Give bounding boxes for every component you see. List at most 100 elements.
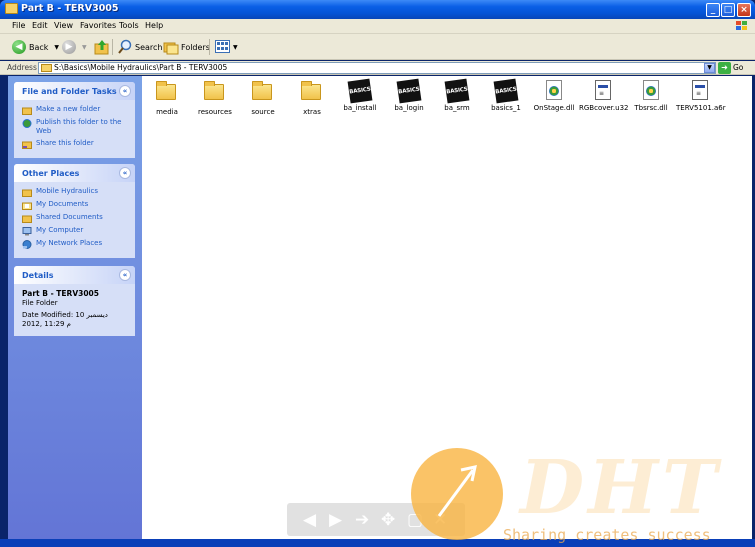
play-icon[interactable]: ▶ xyxy=(329,510,342,530)
watermark-logo-circle xyxy=(411,448,503,540)
folder-icon xyxy=(5,3,18,14)
folders-button[interactable]: Folders xyxy=(163,38,210,56)
place-shared-documents[interactable]: Shared Documents xyxy=(22,213,129,223)
task-pane: File and Folder Tasks « Make a new folde… xyxy=(8,76,142,539)
panel-header[interactable]: File and Folder Tasks « xyxy=(14,82,135,100)
place-my-computer[interactable]: My Computer xyxy=(22,226,129,236)
move-icon[interactable]: ✥ xyxy=(381,510,395,530)
file-ba-login[interactable]: BASICS ba_login xyxy=(385,78,433,112)
forward-button[interactable]: ▶ ▼ xyxy=(62,38,87,56)
task-make-new-folder[interactable]: Make a new folder xyxy=(22,105,129,115)
previous-arrow-icon[interactable]: ◀ xyxy=(303,510,316,530)
up-folder-button[interactable] xyxy=(94,38,110,56)
menu-file[interactable]: File xyxy=(12,21,25,30)
collapse-chevron-icon[interactable]: « xyxy=(119,269,131,281)
chevron-down-icon[interactable]: ▼ xyxy=(54,44,59,51)
panel-header[interactable]: Other Places « xyxy=(14,164,135,182)
go-arrow-icon[interactable]: ➜ xyxy=(718,62,731,74)
details-date: Date Modified: 10 ديسمبر xyxy=(22,311,108,319)
address-path: S:\Basics\Mobile Hydraulics\Part B - TER… xyxy=(54,63,228,72)
system-file-icon: ≡ xyxy=(692,80,708,100)
new-folder-icon xyxy=(22,107,32,115)
file-onstage-dll[interactable]: OnStage.dll xyxy=(530,80,578,112)
place-label: Shared Documents xyxy=(36,213,103,221)
collapse-chevron-icon[interactable]: « xyxy=(119,167,131,179)
windows-logo-icon xyxy=(736,21,747,30)
watermark-slogan: Sharing creates success xyxy=(503,526,711,544)
panel-header[interactable]: Details « xyxy=(14,266,135,284)
my-computer-icon xyxy=(22,227,32,236)
search-label: Search xyxy=(135,42,163,52)
folder-media[interactable]: media xyxy=(143,80,191,116)
menu-help[interactable]: Help xyxy=(145,21,163,30)
file-name: ba_install xyxy=(343,104,377,112)
other-places-panel: Other Places « Mobile Hydraulics My Docu… xyxy=(14,164,135,258)
title-bar[interactable]: Part B - TERV3005 _ □ × xyxy=(0,0,755,19)
menu-favorites[interactable]: Favorites xyxy=(80,21,116,30)
task-share-folder[interactable]: Share this folder xyxy=(22,139,129,149)
file-name: media xyxy=(156,108,178,116)
shared-documents-icon xyxy=(22,215,32,223)
file-rgbcover-u32[interactable]: ≡ RGBcover.u32 xyxy=(579,80,629,112)
folder-resources[interactable]: resources xyxy=(191,80,239,116)
menu-tools[interactable]: Tools xyxy=(119,21,139,30)
menu-view[interactable]: View xyxy=(54,21,73,30)
close-button[interactable]: × xyxy=(737,3,751,17)
place-my-network-places[interactable]: My Network Places xyxy=(22,239,129,249)
my-documents-icon xyxy=(22,202,32,210)
file-name: xtras xyxy=(303,108,321,116)
dll-icon xyxy=(546,80,562,100)
file-ba-srm[interactable]: BASICS ba_srm xyxy=(433,78,481,112)
file-name: RGBcover.u32 xyxy=(579,104,629,112)
task-label: Share this folder xyxy=(36,139,94,147)
place-label: My Computer xyxy=(36,226,84,234)
maximize-button[interactable]: □ xyxy=(721,3,735,17)
task-publish-web[interactable]: Publish this folder to the Web xyxy=(22,118,129,136)
chevron-down-icon[interactable]: ▼ xyxy=(233,44,238,51)
go-button[interactable]: Go xyxy=(733,63,743,72)
back-arrow-icon: ◀ xyxy=(12,40,26,54)
standard-toolbar: ◀ Back ▼ ▶ ▼ Search Folders ▼ xyxy=(0,34,755,60)
back-button[interactable]: ◀ Back ▼ xyxy=(12,38,59,56)
chevron-down-icon[interactable]: ▼ xyxy=(82,44,87,51)
arrow-icon xyxy=(437,465,477,517)
folder-xtras[interactable]: xtras xyxy=(288,80,336,116)
address-dropdown-button[interactable]: ▼ xyxy=(704,63,715,73)
place-my-documents[interactable]: My Documents xyxy=(22,200,129,210)
folder-icon xyxy=(22,189,32,197)
folder-icon xyxy=(204,81,224,100)
system-file-icon: ≡ xyxy=(595,80,611,100)
menu-edit[interactable]: Edit xyxy=(32,21,48,30)
place-mobile-hydraulics[interactable]: Mobile Hydraulics xyxy=(22,187,129,197)
file-name: ba_srm xyxy=(444,104,470,112)
address-input[interactable]: S:\Basics\Mobile Hydraulics\Part B - TER… xyxy=(38,62,716,74)
task-label: Make a new folder xyxy=(36,105,101,113)
next-arrow-icon[interactable]: ➔ xyxy=(355,510,369,530)
explorer-window: Part B - TERV3005 _ □ × File Edit View F… xyxy=(0,0,755,547)
file-name: OnStage.dll xyxy=(533,104,575,112)
details-date-time: 2012, 11:29 م xyxy=(22,320,72,328)
minimize-button[interactable]: _ xyxy=(706,3,720,17)
file-name: source xyxy=(251,108,275,116)
forward-arrow-icon: ▶ xyxy=(62,40,76,54)
views-button[interactable]: ▼ xyxy=(215,38,238,56)
place-label: My Documents xyxy=(36,200,89,208)
search-button[interactable]: Search xyxy=(117,38,162,56)
task-label: Publish this folder to the Web xyxy=(36,118,122,135)
address-bar: Address S:\Basics\Mobile Hydraulics\Part… xyxy=(0,61,755,75)
folder-icon xyxy=(41,64,52,72)
folders-icon xyxy=(163,42,179,55)
folder-source[interactable]: source xyxy=(239,80,287,116)
file-basics-1[interactable]: BASICS basics_1 xyxy=(482,78,530,112)
file-tbsrsc-dll[interactable]: Tbsrsc.dll xyxy=(627,80,675,112)
file-folder-tasks-panel: File and Folder Tasks « Make a new folde… xyxy=(14,82,135,158)
details-name: Part B - TERV3005 xyxy=(22,289,99,298)
share-folder-icon xyxy=(22,141,32,149)
file-name: resources xyxy=(198,108,232,116)
file-ba-install[interactable]: BASICS ba_install xyxy=(336,78,384,112)
window-title: Part B - TERV3005 xyxy=(21,3,119,14)
collapse-chevron-icon[interactable]: « xyxy=(119,85,131,97)
file-terv5101[interactable]: ≡ TERV5101.a6r xyxy=(676,80,726,112)
folder-icon xyxy=(301,81,321,100)
menu-bar: File Edit View Favorites Tools Help xyxy=(0,19,755,34)
